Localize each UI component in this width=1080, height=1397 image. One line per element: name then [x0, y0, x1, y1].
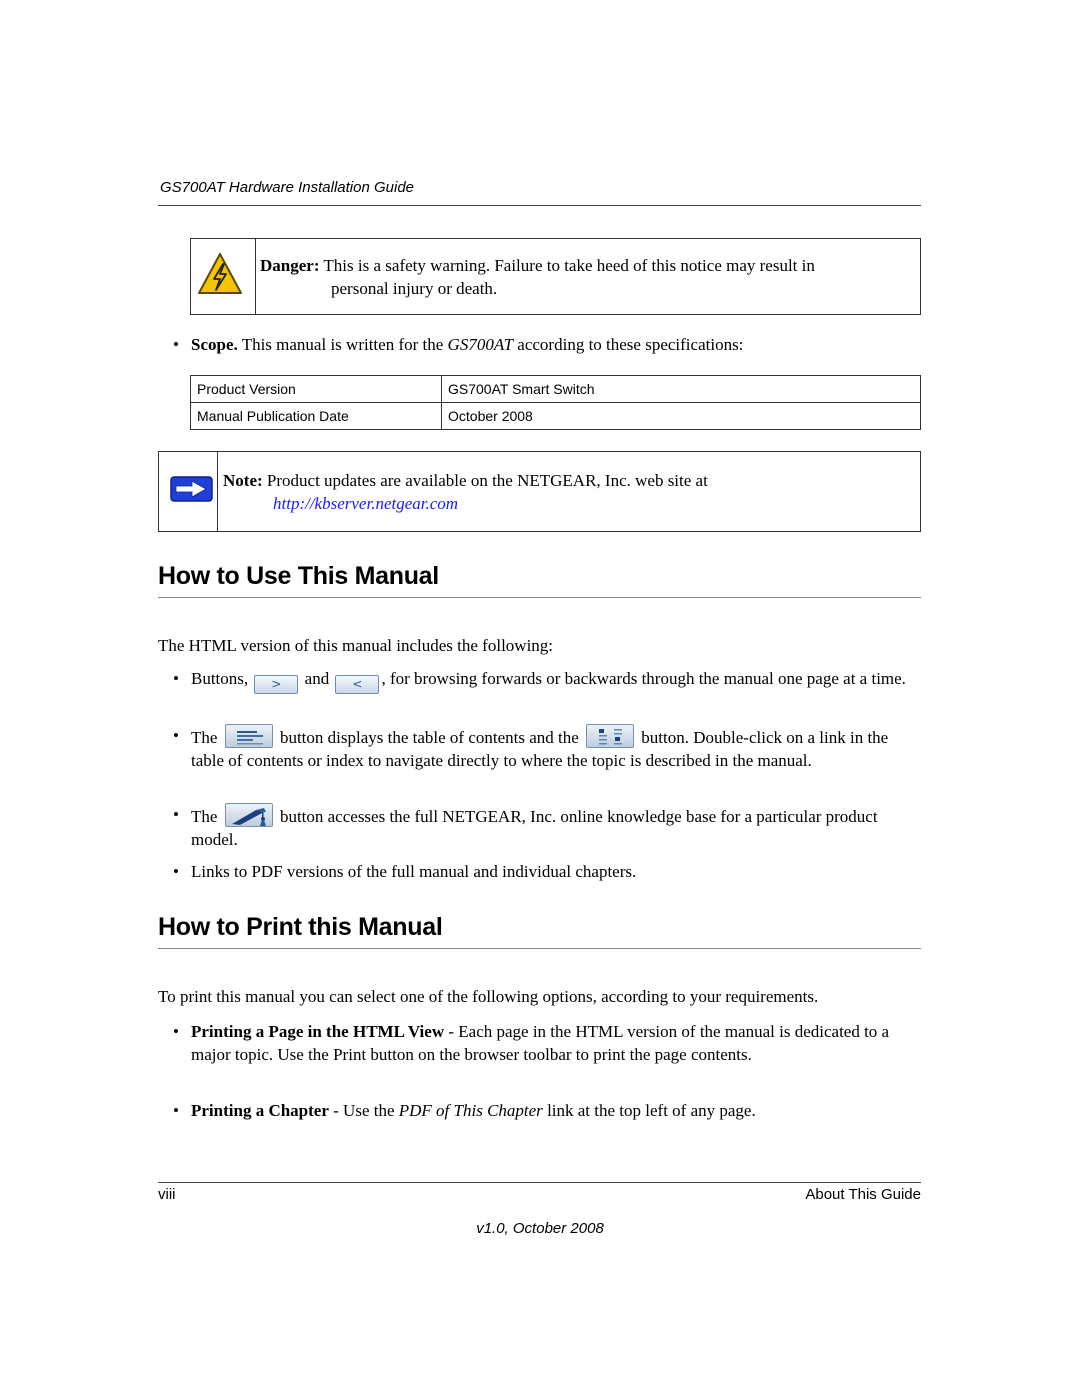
list-item: • The button displays the table of conte…	[173, 724, 923, 794]
use-intro: The HTML version of this manual includes…	[158, 636, 554, 655]
print-option-label: Printing a Page in the HTML View	[191, 1022, 445, 1041]
section-heading-divider	[158, 597, 921, 598]
note-icon-cell	[159, 452, 218, 531]
bullet-dot: •	[173, 669, 179, 688]
list-item-text: The	[191, 807, 222, 826]
scope-text-after: according to these specifications:	[513, 335, 744, 354]
list-item: • Printing a Chapter - Use the PDF of Th…	[173, 1099, 923, 1122]
index-button[interactable]	[586, 724, 635, 748]
list-item-text: and	[300, 669, 334, 688]
table-cell-label: Manual Publication Date	[190, 402, 442, 430]
page-number: viii	[158, 1186, 176, 1203]
list-item-text: - Use the	[328, 1101, 399, 1120]
bullet-dot: •	[173, 1022, 179, 1041]
scope-label: Scope.	[191, 335, 238, 354]
running-header-title: GS700AT Hardware Installation Guide	[160, 179, 415, 196]
knowledge-base-icon	[231, 808, 266, 826]
danger-line-1: This is a safety warning. Failure to tak…	[319, 256, 815, 275]
list-item: • The button accesses the full NETGEAR, …	[173, 803, 923, 849]
danger-icon-cell	[191, 239, 256, 314]
note-body: Product updates are available on the NET…	[262, 471, 708, 490]
previous-page-button[interactable]: <	[335, 675, 380, 694]
bullet-dot: •	[173, 862, 179, 881]
section-heading-print: How to Print this Manual	[158, 913, 443, 941]
table-cell-value: October 2008	[441, 402, 921, 430]
note-text: Note: Product updates are available on t…	[223, 469, 708, 515]
index-icon	[599, 729, 623, 745]
table-cell-label: Product Version	[190, 375, 442, 403]
pdf-chapter-link-name: PDF of This Chapter	[398, 1101, 543, 1120]
list-item-text: button displays the table of contents an…	[275, 728, 584, 747]
bullet-dot: •	[173, 335, 179, 354]
list-item-text: Links to PDF versions of the full manual…	[191, 862, 637, 881]
note-box: Note: Product updates are available on t…	[158, 451, 921, 532]
scope-product: GS700AT	[447, 335, 514, 354]
note-label: Note:	[223, 471, 263, 490]
list-item: • Printing a Page in the HTML View - Eac…	[173, 1020, 923, 1090]
document-version: v1.0, October 2008	[476, 1220, 604, 1237]
section-heading-divider	[158, 948, 921, 949]
danger-line-2: personal injury or death.	[331, 279, 498, 298]
danger-label: Danger:	[260, 256, 320, 275]
section-heading-use: How to Use This Manual	[158, 562, 439, 590]
table-of-contents-icon	[236, 731, 263, 745]
header-divider	[158, 205, 921, 206]
specifications-table: Product Version GS700AT Smart Switch Man…	[190, 375, 921, 430]
next-page-button[interactable]: >	[254, 675, 299, 694]
arrow-right-icon	[170, 476, 213, 502]
list-item-text: button accesses the full NETGEAR, Inc. o…	[191, 807, 878, 849]
bullet-dot: •	[173, 805, 179, 824]
print-option-label: Printing a Chapter	[191, 1101, 329, 1120]
list-item-text: Buttons,	[191, 669, 253, 688]
table-row: Manual Publication Date October 2008	[190, 402, 921, 430]
list-item-text: link at the top left of any page.	[542, 1101, 756, 1120]
list-item-text: , for browsing forwards or backwards thr…	[381, 669, 906, 688]
print-intro: To print this manual you can select one …	[158, 987, 819, 1006]
danger-text: Danger: This is a safety warning. Failur…	[260, 254, 910, 300]
knowledge-base-button[interactable]	[224, 803, 273, 827]
footer-divider	[158, 1182, 921, 1183]
list-item: • Links to PDF versions of the full manu…	[173, 860, 923, 883]
table-cell-value: GS700AT Smart Switch	[441, 375, 921, 403]
table-row: Product Version GS700AT Smart Switch	[190, 375, 921, 403]
table-of-contents-button[interactable]	[224, 724, 273, 748]
bullet-dot: •	[173, 726, 179, 745]
bullet-dot: •	[173, 1101, 179, 1120]
list-item-text: The	[191, 728, 222, 747]
high-voltage-warning-icon	[198, 253, 242, 294]
netgear-support-link[interactable]: http://kbserver.netgear.com	[223, 492, 708, 515]
danger-notice-box: Danger: This is a safety warning. Failur…	[190, 238, 921, 315]
chapter-title: About This Guide	[805, 1186, 921, 1203]
list-item: • Buttons, > and <, for browsing forward…	[173, 667, 923, 713]
scope-text-before: This manual is written for the	[237, 335, 448, 354]
